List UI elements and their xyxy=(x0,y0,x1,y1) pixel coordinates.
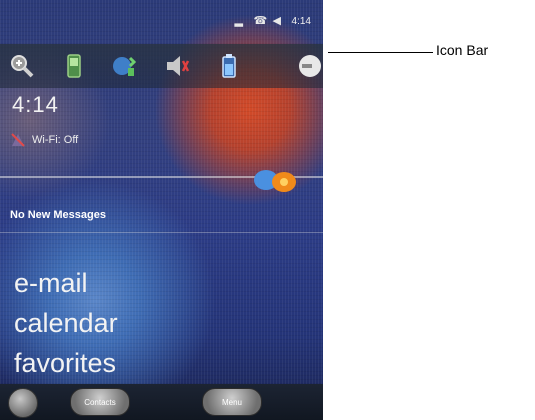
signal-icon: ▂ xyxy=(234,15,243,27)
soft-key-bar: Contacts Menu xyxy=(0,384,323,420)
status-icons: ▂ ☎ ◀ 4:14 xyxy=(235,15,311,27)
wifi-status-text: Wi-Fi: Off xyxy=(32,134,79,146)
status-bar: ▂ ☎ ◀ 4:14 xyxy=(0,12,323,34)
status-clock: 4:14 xyxy=(291,15,311,27)
speaker-icon[interactable] xyxy=(160,50,192,82)
right-soft-key[interactable]: Menu xyxy=(202,388,262,416)
callout-label: Icon Bar xyxy=(436,42,489,58)
callout-line xyxy=(328,52,433,53)
wireless-icon[interactable] xyxy=(108,50,140,82)
phone-signal-icon[interactable] xyxy=(58,50,90,82)
circle-icon[interactable] xyxy=(294,50,323,82)
wifi-status-row[interactable]: Wi-Fi: Off xyxy=(10,132,78,148)
device-screen: ▂ ☎ ◀ 4:14 4:14 Wi-Fi: Off No New Messag… xyxy=(0,0,323,420)
search-zoom-icon[interactable] xyxy=(6,50,38,82)
menu-item-email[interactable]: e-mail xyxy=(14,268,88,298)
icon-bar xyxy=(0,44,323,88)
left-soft-key[interactable]: Contacts xyxy=(70,388,130,416)
battery-icon[interactable] xyxy=(212,50,244,82)
divider-bottom xyxy=(0,232,323,233)
messages-status[interactable]: No New Messages xyxy=(10,209,106,221)
today-time: 4:14 xyxy=(12,92,59,117)
wifi-off-icon xyxy=(11,133,25,147)
menu-item-calendar[interactable]: calendar xyxy=(14,308,118,338)
phone-icon: ☎ xyxy=(253,15,268,27)
start-button[interactable] xyxy=(8,388,38,418)
volume-icon: ◀ xyxy=(272,15,281,27)
message-bubbles-icon xyxy=(254,170,296,192)
menu-item-favorites[interactable]: favorites xyxy=(14,348,116,378)
